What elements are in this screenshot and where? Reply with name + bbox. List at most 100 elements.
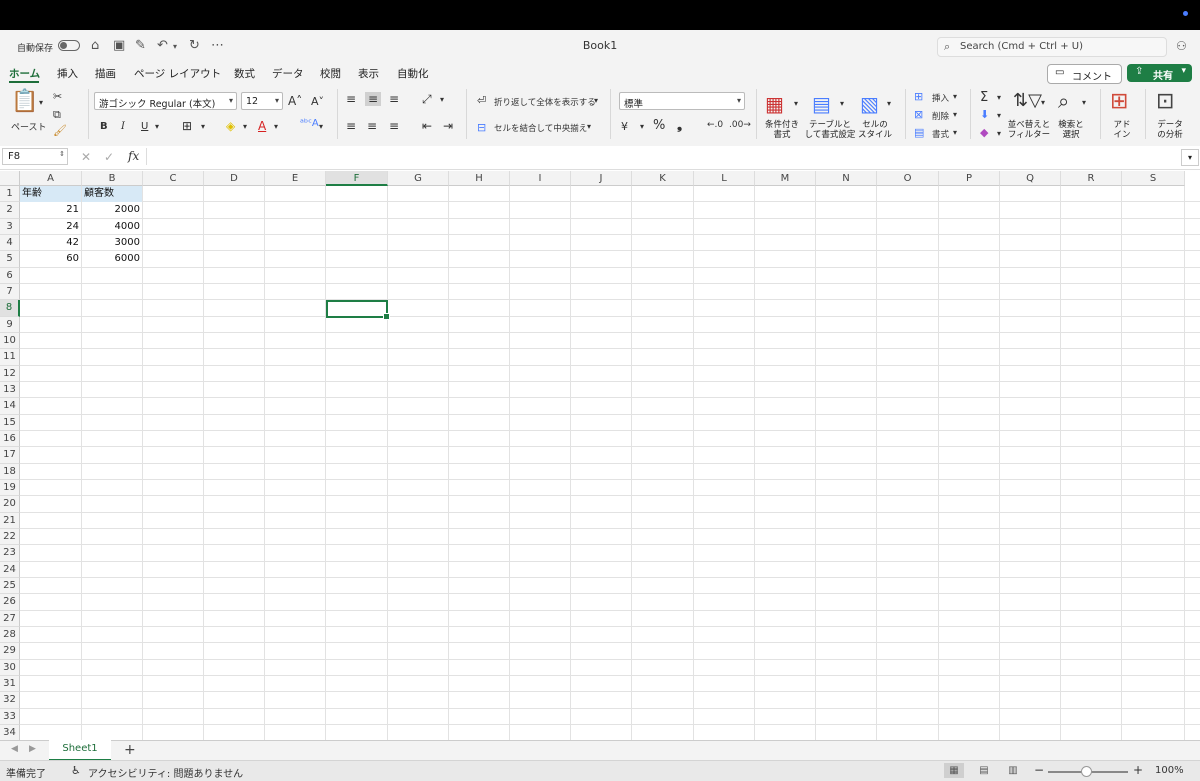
copy-icon[interactable]: ⧉ (53, 108, 61, 122)
row-header-4[interactable]: 4 (0, 234, 20, 252)
increase-font-icon[interactable]: A˄ (288, 94, 302, 108)
row-header-18[interactable]: 18 (0, 463, 20, 480)
increase-decimal-icon[interactable]: ←.0 (707, 120, 723, 130)
font-size-select[interactable]: 12 ▾ (241, 92, 283, 110)
row-header-21[interactable]: 21 (0, 512, 20, 529)
border-icon[interactable]: ⊞ (182, 119, 192, 133)
row-header-16[interactable]: 16 (0, 430, 20, 448)
column-header-r[interactable]: R (1061, 171, 1122, 186)
autosum-icon[interactable]: Σ (980, 90, 988, 105)
italic-button[interactable]: I (121, 121, 125, 132)
addins-button[interactable]: アド イン (1108, 120, 1136, 140)
column-header-m[interactable]: M (755, 171, 816, 186)
row-header-2[interactable]: 2 (0, 202, 20, 219)
accessibility-status[interactable]: アクセシビリティ: 問題ありません (88, 765, 243, 780)
column-header-c[interactable]: C (143, 171, 204, 186)
spreadsheet-grid[interactable]: A B C D E F G H I J K L M N O P Q R S 1 2 3 4 5 6 7 8 9 10 11 12 13 14 15… (0, 171, 1200, 740)
tab-insert[interactable]: 挿入 (57, 66, 78, 81)
decrease-indent-icon[interactable]: ⇤ (422, 119, 432, 133)
chevron-down-icon[interactable]: ▾ (201, 122, 205, 131)
column-header-i[interactable]: I (510, 171, 571, 186)
cell-styles-button[interactable]: セルの スタイル (857, 120, 893, 140)
chevron-down-icon[interactable]: ▾ (840, 99, 844, 108)
increase-indent-icon[interactable]: ⇥ (443, 119, 453, 133)
row-header-31[interactable]: 31 (0, 675, 20, 693)
row-header-11[interactable]: 11 (0, 349, 20, 366)
chevron-down-icon[interactable]: ▾ (640, 122, 644, 131)
column-header-p[interactable]: P (939, 171, 1000, 186)
column-header-b[interactable]: B (82, 171, 143, 186)
chevron-down-icon[interactable]: ▾ (440, 95, 444, 104)
font-color-icon[interactable]: A (258, 119, 266, 133)
sort-filter-icon[interactable]: ⇅▽ (1013, 90, 1042, 111)
cell-b2[interactable]: 2000 (82, 202, 142, 218)
next-sheet-icon[interactable]: ▶ (29, 744, 36, 754)
format-cells-button[interactable]: 書式 (932, 128, 949, 140)
column-header-f[interactable]: F (326, 171, 388, 186)
column-header-j[interactable]: J (571, 171, 632, 186)
row-header-3[interactable]: 3 (0, 218, 20, 235)
paste-icon[interactable]: 📋 (11, 89, 38, 114)
chevron-down-icon[interactable]: ▾ (243, 122, 247, 131)
decrease-font-icon[interactable]: A˅ (311, 95, 324, 108)
zoom-slider-handle[interactable] (1081, 766, 1092, 777)
cell-a1[interactable]: 年齢 (20, 186, 81, 202)
column-header-l[interactable]: L (694, 171, 755, 186)
analyze-data-icon[interactable]: ⊡ (1156, 89, 1174, 114)
row-header-20[interactable]: 20 (0, 496, 20, 513)
align-left-icon[interactable]: ≡ (346, 119, 356, 133)
format-table-icon[interactable]: ▤ (812, 92, 831, 116)
prev-sheet-icon[interactable]: ◀ (11, 744, 18, 754)
zoom-level[interactable]: 100% (1155, 765, 1184, 776)
tab-data[interactable]: データ (272, 66, 304, 81)
row-header-27[interactable]: 27 (0, 610, 20, 627)
row-header-28[interactable]: 28 (0, 626, 20, 644)
chevron-down-icon[interactable]: ▾ (953, 92, 957, 101)
column-header-h[interactable]: H (449, 171, 510, 186)
column-header-k[interactable]: K (632, 171, 694, 186)
align-middle-icon[interactable]: ≡ (365, 92, 382, 106)
column-header-o[interactable]: O (877, 171, 939, 186)
expand-formula-bar-icon[interactable]: ▾ (1181, 149, 1199, 166)
row-header-32[interactable]: 32 (0, 692, 20, 709)
merge-icon[interactable]: ⊟ (477, 121, 486, 134)
row-header-26[interactable]: 26 (0, 594, 20, 611)
insert-cells-icon[interactable]: ⊞ (914, 90, 923, 103)
row-header-12[interactable]: 12 (0, 365, 20, 382)
normal-view-icon[interactable]: ▦ (944, 763, 964, 778)
fill-color-icon[interactable]: ◈ (226, 119, 235, 133)
cell-styles-icon[interactable]: ▧ (860, 92, 879, 116)
merge-center-button[interactable]: セルを結合して中央揃え (494, 122, 587, 134)
accessibility-icon[interactable]: ♿ (71, 764, 81, 777)
delete-cells-icon[interactable]: ⊠ (914, 108, 923, 121)
percent-button[interactable]: % (653, 118, 665, 133)
formula-input[interactable] (146, 148, 1181, 165)
format-as-table-button[interactable]: テーブルと して書式設定 (804, 120, 856, 140)
bold-button[interactable]: B (100, 121, 108, 132)
format-cells-icon[interactable]: ▤ (914, 126, 924, 139)
align-bottom-icon[interactable]: ≡ (389, 92, 399, 106)
chevron-down-icon[interactable]: ▾ (997, 129, 1001, 138)
cell-a5[interactable]: 60 (20, 251, 81, 267)
row-header-9[interactable]: 9 (0, 316, 20, 333)
row-header-15[interactable]: 15 (0, 414, 20, 431)
chevron-down-icon[interactable]: ▾ (587, 122, 591, 131)
column-header-g[interactable]: G (388, 171, 449, 186)
tab-home[interactable]: ホーム (9, 66, 40, 81)
find-icon[interactable]: ⌕ (1058, 89, 1069, 113)
chevron-down-icon[interactable]: ▾ (997, 111, 1001, 120)
phonetic-icon[interactable]: ᵃᵇᶜA (300, 118, 319, 129)
row-header-29[interactable]: 29 (0, 643, 20, 660)
font-name-select[interactable]: 游ゴシック Regular (本文) ▾ (94, 92, 237, 110)
comment-button[interactable]: ▭ コメント (1047, 64, 1122, 84)
chevron-down-icon[interactable]: ▾ (274, 122, 278, 131)
row-header-23[interactable]: 23 (0, 545, 20, 562)
collaborate-icon[interactable]: ⚇ (1176, 39, 1187, 53)
chevron-down-icon[interactable]: ▾ (1041, 98, 1045, 107)
row-header-5[interactable]: 5 (0, 251, 20, 268)
add-sheet-button[interactable]: + (124, 742, 136, 758)
row-header-25[interactable]: 25 (0, 577, 20, 595)
chevron-down-icon[interactable]: ▾ (953, 128, 957, 137)
row-header-33[interactable]: 33 (0, 708, 20, 725)
page-layout-view-icon[interactable]: ▤ (974, 763, 994, 778)
